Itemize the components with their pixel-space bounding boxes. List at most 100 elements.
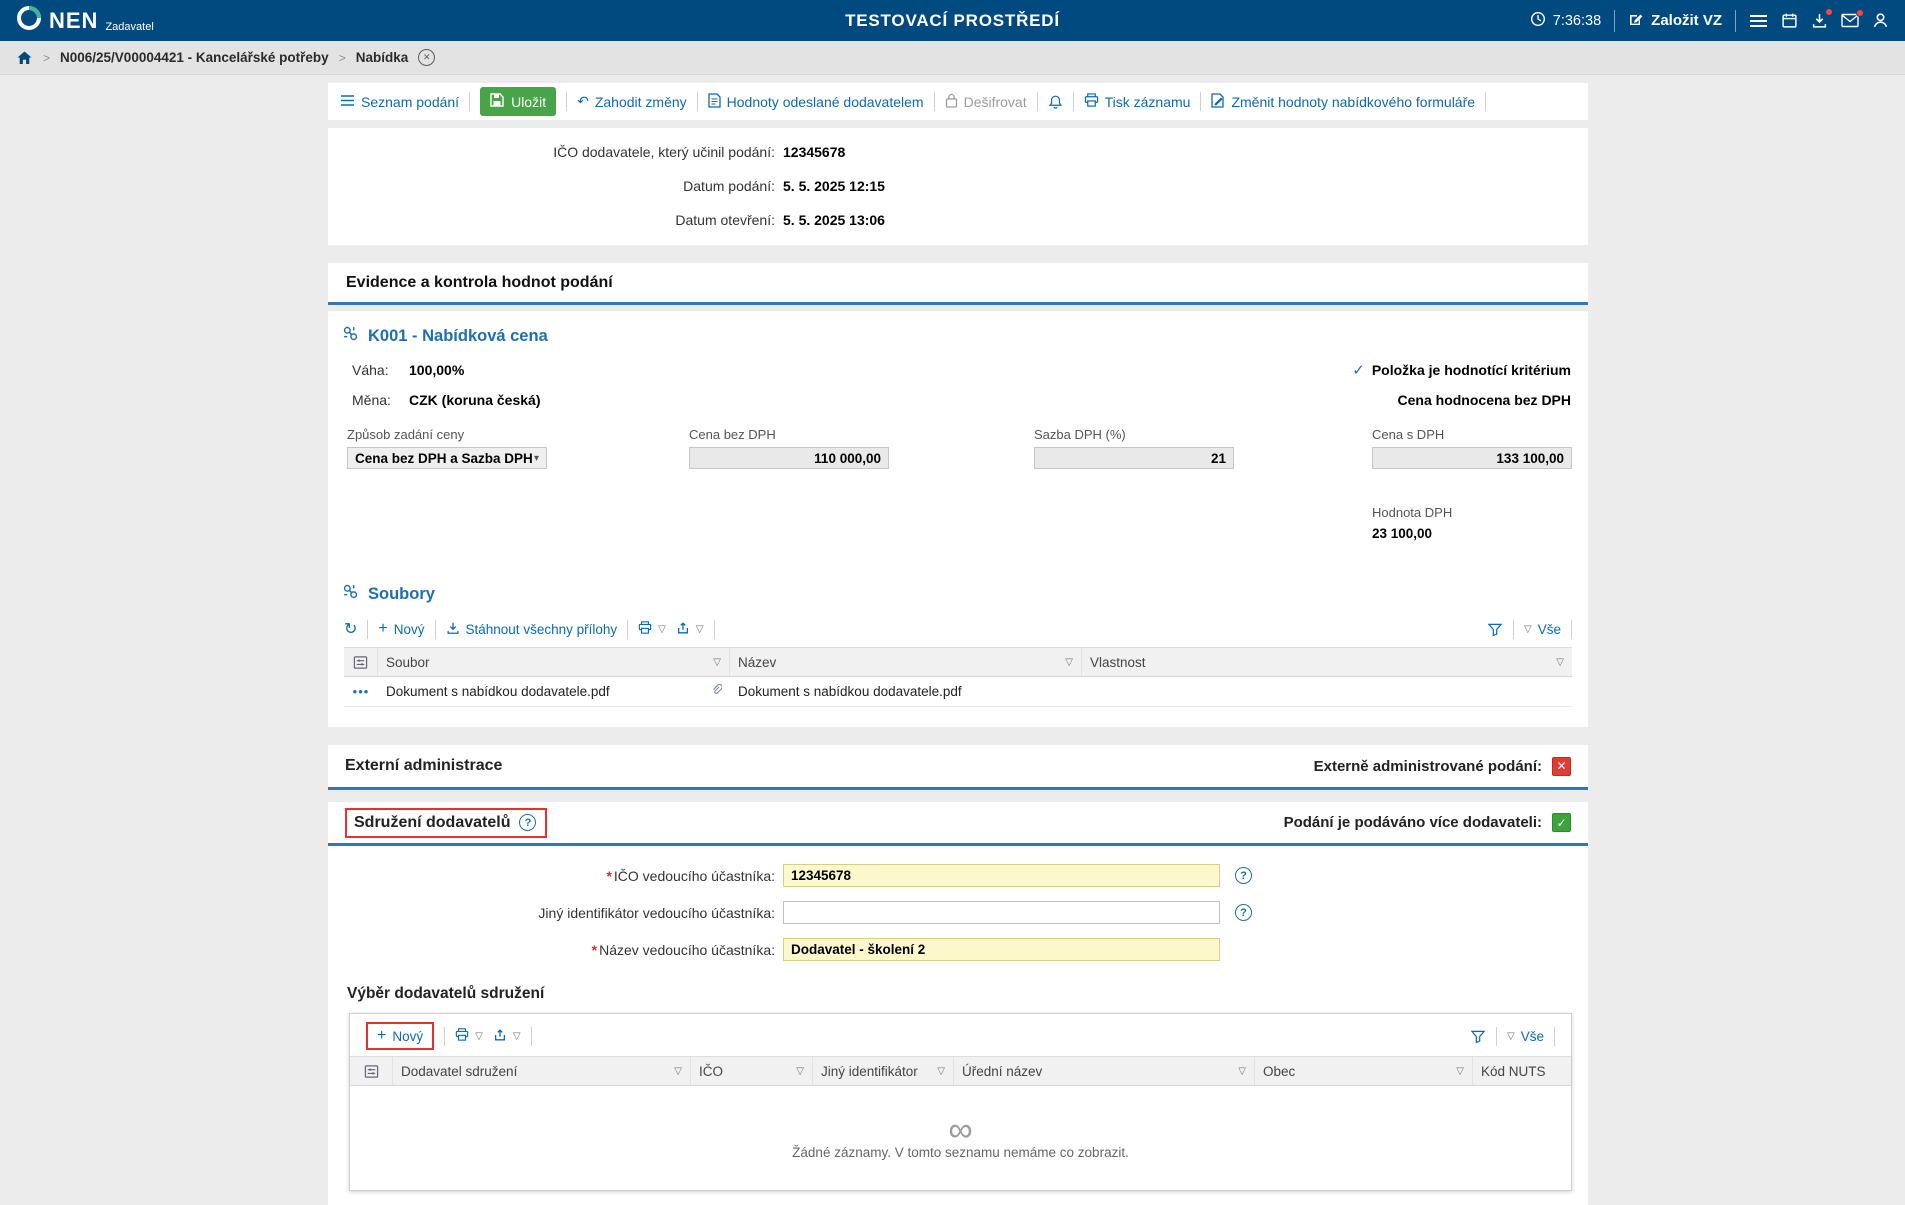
paperclip-icon (710, 683, 722, 700)
toolbar-separator (435, 620, 436, 639)
column-label: Název (738, 655, 776, 670)
column-label: Vlastnost (1090, 655, 1146, 670)
column-header-vlastnost[interactable]: Vlastnost ▽ (1082, 648, 1572, 676)
soubory-new-label: Nový (394, 622, 425, 637)
soubory-table: Soubor ▽ Název ▽ Vlastnost ▽ ••• Dokumen… (344, 647, 1572, 707)
refresh-icon[interactable]: ↻ (344, 619, 357, 639)
dropdown-triangle-icon: ▽ (475, 1031, 483, 1042)
filter-triangle-icon[interactable]: ▽ (1238, 1066, 1246, 1077)
printer-icon (1084, 93, 1099, 110)
calendar-icon[interactable] (1781, 12, 1798, 29)
download-all-attachments-button[interactable]: Stáhnout všechny přílohy (446, 621, 618, 638)
print-record-button[interactable]: Tisk záznamu (1084, 93, 1191, 110)
jiny-identifikator-input[interactable] (783, 901, 1220, 924)
toolbar-separator (566, 92, 567, 111)
dropdown-triangle-icon: ▽ (513, 1031, 521, 1042)
column-header-dodavatel[interactable]: Dodavatel sdružení ▽ (393, 1057, 691, 1085)
filter-icon[interactable] (1470, 1029, 1486, 1044)
topbar-separator (1735, 10, 1736, 32)
view-all-dropdown[interactable]: ▽ Vše (1524, 622, 1561, 637)
externi-checkbox-unchecked[interactable]: ✕ (1552, 757, 1571, 776)
table-row[interactable]: ••• Dokument s nabídkou dodavatele.pdf D… (344, 677, 1572, 707)
mena-label: Měna: (352, 392, 409, 408)
column-header-kod-nuts[interactable]: Kód NUTS (1473, 1057, 1571, 1085)
create-vz-button[interactable]: Založit VZ (1628, 11, 1722, 31)
download-icon[interactable] (1811, 12, 1828, 29)
bell-icon[interactable] (1048, 94, 1063, 110)
cena-s-field-group: Cena s DPH 133 100,00 (1372, 427, 1572, 469)
filter-triangle-icon[interactable]: ▽ (796, 1066, 804, 1077)
toolbar-separator (714, 620, 715, 639)
filter-triangle-icon[interactable]: ▽ (713, 657, 721, 668)
download-icon (446, 621, 460, 638)
menu-icon[interactable] (1749, 13, 1768, 29)
sdruzeni-checkbox-checked[interactable]: ✓ (1552, 813, 1571, 832)
filter-triangle-icon[interactable]: ▽ (1456, 1066, 1464, 1077)
k001-panel: K001 - Nabídková cena Váha: 100,00% ✓ Po… (328, 311, 1588, 727)
field-label: *IČO vedoucího účastníka: (328, 868, 775, 884)
sazba-input: 21 (1034, 447, 1234, 469)
discard-changes-button[interactable]: ↶ Zahodit změny (577, 93, 687, 110)
home-icon[interactable] (16, 50, 33, 66)
vyber-new-button[interactable]: + Nový (377, 1027, 423, 1045)
filter-triangle-icon[interactable]: ▽ (674, 1066, 682, 1077)
column-header-uredni-nazev[interactable]: Úřední název ▽ (954, 1057, 1255, 1085)
help-icon[interactable]: ? (1235, 904, 1252, 921)
column-header-obec[interactable]: Obec ▽ (1255, 1057, 1473, 1085)
close-tab-icon[interactable]: ✕ (418, 49, 435, 66)
column-settings-icon[interactable] (350, 1057, 393, 1085)
supplier-values-button[interactable]: Hodnoty odeslané dodavatelem (708, 93, 924, 111)
sdruzeni-header: Sdružení dodavatelů ? Podání je podáváno… (328, 802, 1588, 846)
column-header-nazev[interactable]: Název ▽ (730, 648, 1082, 676)
zpusob-select[interactable]: Cena bez DPH a Sazba DPH ▾ (347, 447, 547, 469)
user-icon[interactable] (1872, 12, 1889, 29)
document-edit-icon (1211, 93, 1225, 111)
export-grid-button[interactable]: ▽ (493, 1028, 521, 1045)
ico-vedouciho-input[interactable] (783, 864, 1220, 887)
view-all-dropdown[interactable]: ▽ Vše (1507, 1029, 1544, 1044)
breadcrumb-item-procurement[interactable]: N006/25/V00004421 - Kancelářské potřeby (60, 50, 329, 65)
empty-state-icon: ∞ (948, 1117, 972, 1143)
change-form-values-button[interactable]: Změnit hodnoty nabídkového formuláře (1211, 93, 1475, 111)
print-grid-button[interactable]: ▽ (638, 621, 666, 637)
breadcrumb-item-nabidka[interactable]: Nabídka (356, 50, 409, 65)
filter-triangle-icon[interactable]: ▽ (1065, 657, 1073, 668)
file-name-cell[interactable]: Dokument s nabídkou dodavatele.pdf (386, 684, 610, 699)
save-label: Uložit (511, 94, 546, 110)
column-header-jiny-identifikator[interactable]: Jiný identifikátor ▽ (813, 1057, 954, 1085)
help-icon[interactable]: ? (1235, 867, 1252, 884)
seznam-podani-button[interactable]: Seznam podání (340, 94, 459, 110)
info-row-datum-podani: Datum podání: 5. 5. 2025 12:15 (328, 169, 1588, 203)
printer-icon (638, 621, 652, 637)
filter-triangle-icon[interactable]: ▽ (1556, 657, 1564, 668)
plus-icon: + (378, 620, 387, 638)
toolbar-separator (367, 620, 368, 639)
document-icon (708, 93, 721, 111)
k001-title-row: K001 - Nabídková cena (328, 325, 1588, 347)
export-grid-button[interactable]: ▽ (676, 621, 704, 638)
filter-triangle-icon[interactable]: ▽ (937, 1066, 945, 1077)
info-value: 12345678 (783, 144, 845, 160)
toolbar-separator (1496, 1027, 1497, 1046)
price-fields-row: Způsob zadání ceny Cena bez DPH a Sazba … (328, 427, 1588, 489)
nazev-vedouciho-input[interactable] (783, 938, 1220, 961)
filter-icon[interactable] (1487, 622, 1503, 637)
column-header-soubor[interactable]: Soubor ▽ (378, 648, 730, 676)
column-settings-icon[interactable] (344, 648, 378, 676)
help-icon[interactable]: ? (519, 814, 536, 831)
mail-icon[interactable] (1841, 13, 1859, 28)
print-grid-button[interactable]: ▽ (455, 1028, 483, 1044)
export-icon (493, 1028, 507, 1045)
column-label: IČO (699, 1064, 723, 1079)
column-header-ico[interactable]: IČO ▽ (691, 1057, 813, 1085)
externi-title: Externí administrace (345, 757, 502, 775)
save-button[interactable]: Uložit (480, 87, 556, 116)
nen-logo[interactable]: NEN Zadavatel (16, 5, 154, 36)
vaha-value: 100,00% (409, 362, 464, 378)
info-label: Datum podání: (328, 178, 775, 194)
info-row-ico: IČO dodavatele, který učinil podání: 123… (328, 135, 1588, 169)
externi-label: Externě administrované podání: (1314, 758, 1542, 775)
files-section-icon (342, 583, 359, 605)
row-menu-icon[interactable]: ••• (353, 687, 370, 697)
soubory-new-button[interactable]: + Nový (378, 620, 424, 638)
